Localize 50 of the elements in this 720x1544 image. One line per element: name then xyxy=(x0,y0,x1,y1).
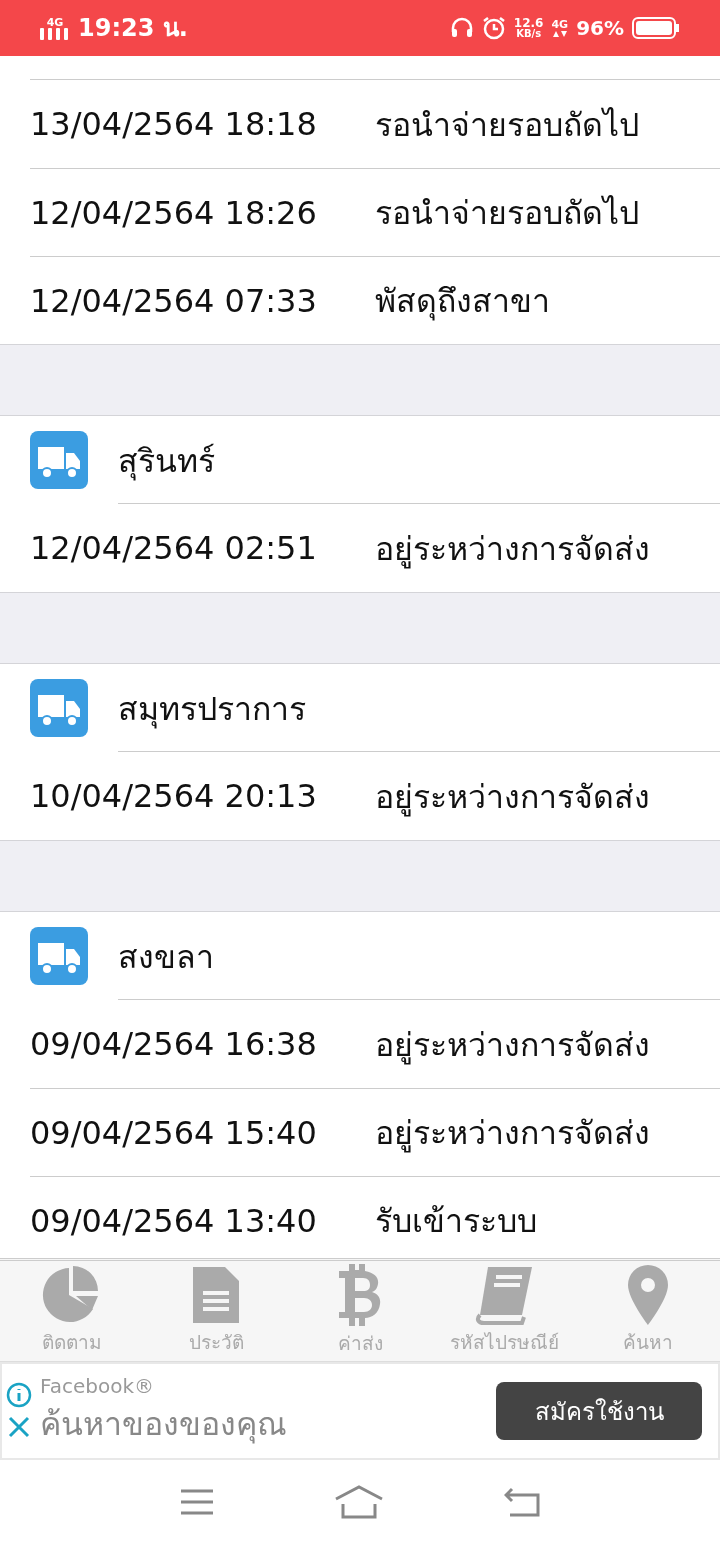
event-status: อยู่ระหว่างการจัดส่ง xyxy=(375,1113,650,1155)
menu-icon[interactable] xyxy=(180,1488,214,1516)
tab-button[interactable]: ค่าส่ง xyxy=(288,1261,432,1361)
truck-icon xyxy=(30,431,88,489)
book-icon xyxy=(474,1265,534,1325)
event-time: 09/04/2564 16:38 xyxy=(30,1025,318,1063)
back-icon[interactable] xyxy=(504,1487,540,1517)
home-icon[interactable] xyxy=(334,1485,384,1519)
event-status: รอนำจ่ายรอบถัดไป xyxy=(375,193,639,234)
event-time: 09/04/2564 13:40 xyxy=(30,1201,318,1240)
network-label: 4G xyxy=(46,16,64,28)
location-title: สุรินทร์ xyxy=(118,440,215,483)
tab-button[interactable]: ประวัติ xyxy=(144,1261,288,1361)
alarm-clock-icon xyxy=(481,16,506,40)
truck-icon xyxy=(30,927,88,985)
event-status: รอนำจ่ายรอบถัดไป xyxy=(375,104,639,146)
tab-button[interactable]: ติดตาม xyxy=(0,1261,144,1361)
event-time: 12/04/2564 18:26 xyxy=(30,193,318,232)
event-status: พัสดุถึงสาขา xyxy=(375,281,550,323)
sign-up-button[interactable]: สมัครใช้งาน xyxy=(496,1382,702,1440)
speed-unit: KB/s xyxy=(516,29,542,39)
location-pin-icon xyxy=(628,1265,668,1325)
network-type: 4G xyxy=(551,18,569,30)
location-title: สงขลา xyxy=(118,936,214,978)
battery-percent: 96% xyxy=(576,18,624,38)
truck-icon xyxy=(30,679,88,737)
clock-time: 19:23 น. xyxy=(78,16,188,40)
bitcoin-icon xyxy=(337,1264,383,1326)
event-status: รับเข้าระบบ xyxy=(375,1201,537,1242)
event-time: 13/04/2564 18:18 xyxy=(30,105,318,143)
location-title: สมุทรปราการ xyxy=(118,688,306,731)
event-time: 09/04/2564 15:40 xyxy=(30,1113,318,1152)
network-speed: 12.6 xyxy=(513,17,544,29)
close-icon[interactable] xyxy=(6,1414,32,1440)
event-status: อยู่ระหว่างการจัดส่ง xyxy=(375,776,650,819)
data-arrows-icon xyxy=(552,29,567,38)
tab-button[interactable]: ค้นหา xyxy=(576,1261,720,1361)
info-icon[interactable] xyxy=(6,1382,32,1408)
event-status: อยู่ระหว่างการจัดส่ง xyxy=(375,528,650,571)
ad-advertiser: Facebook® xyxy=(40,1373,155,1398)
ad-headline: ค้นหาของของคุณ xyxy=(40,1403,288,1446)
event-time: 10/04/2564 20:13 xyxy=(30,777,318,815)
headset-icon xyxy=(449,16,474,40)
event-time: 12/04/2564 02:51 xyxy=(30,529,318,567)
battery-icon xyxy=(632,17,680,39)
signal-icon xyxy=(40,27,70,40)
tab-button[interactable]: รหัสไปรษณีย์ xyxy=(432,1261,576,1361)
event-time: 12/04/2564 07:33 xyxy=(30,281,318,320)
event-status: อยู่ระหว่างการจัดส่ง xyxy=(375,1024,650,1067)
document-icon xyxy=(191,1265,241,1325)
